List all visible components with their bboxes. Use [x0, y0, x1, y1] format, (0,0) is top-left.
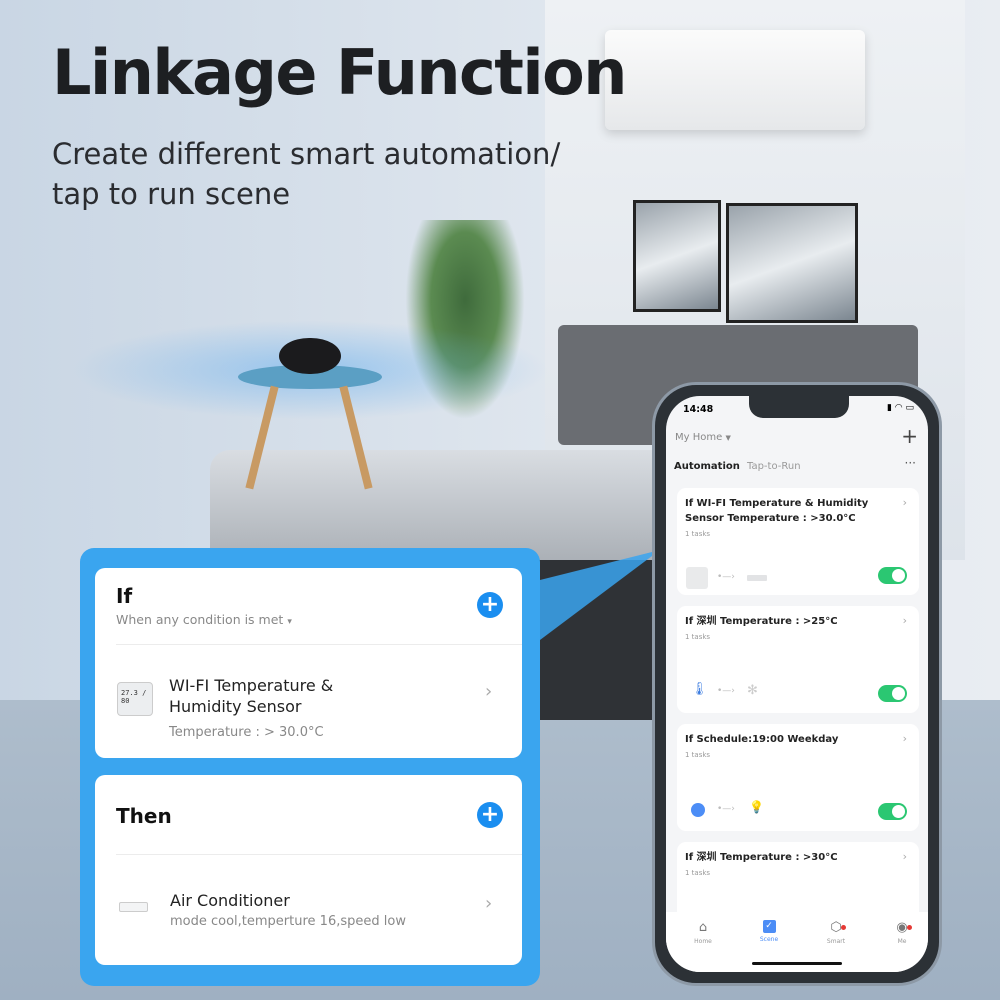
- smart-icon: ⬡: [830, 920, 842, 935]
- caret-down-icon: ▼: [725, 434, 731, 442]
- phone: 14:48 ▮ ◠ ▭ My Home ▼ + Automation Tap-t…: [652, 382, 942, 986]
- chevron-right-icon: ›: [485, 681, 493, 702]
- condition-mode-label: When any condition is met: [116, 612, 284, 627]
- then-title: Then: [116, 804, 172, 828]
- home-indicator: [752, 962, 842, 965]
- add-icon[interactable]: +: [901, 424, 918, 448]
- profile-icon: ◉: [896, 920, 908, 935]
- arrow-icon: •—›: [717, 804, 735, 814]
- if-card: If When any condition is met ▾ + 27.3 / …: [95, 568, 522, 758]
- action-detail: mode cool,temperture 16,speed low: [170, 914, 406, 929]
- arrow-icon: •—›: [717, 686, 735, 696]
- add-action-button[interactable]: +: [477, 802, 503, 828]
- chevron-right-icon: ›: [902, 496, 907, 509]
- nav-scene[interactable]: ✓ Scene: [749, 920, 789, 943]
- thermometer-icon: 🌡: [691, 682, 708, 697]
- automation-card[interactable]: If 深圳 Temperature : >25°C 1 tasks › 🌡 •—…: [677, 606, 919, 713]
- scene-icon: ✓: [762, 920, 776, 933]
- arrow-icon: •—›: [717, 572, 735, 582]
- bottom-nav: ⌂ Home ✓ Scene ⬡ Smart ◉ Me: [666, 912, 928, 972]
- automation-toggle[interactable]: [878, 567, 907, 584]
- automation-tasks: 1 tasks: [685, 751, 711, 759]
- automation-title: If WI-FI Temperature & Humidity Sensor T…: [685, 498, 869, 524]
- air-conditioner-icon: [747, 575, 767, 581]
- automation-title: If 深圳 Temperature : >30°C: [685, 852, 838, 863]
- air-conditioner-icon: [119, 902, 148, 912]
- status-time: 14:48: [683, 404, 714, 415]
- condition-row[interactable]: 27.3 / 80 WI-FI Temperature & Humidity S…: [95, 645, 522, 758]
- chevron-right-icon: ›: [485, 893, 493, 914]
- nav-smart[interactable]: ⬡ Smart: [816, 920, 856, 945]
- subheadline: Create different smart automation/ tap t…: [52, 137, 561, 211]
- chevron-right-icon: ›: [902, 850, 907, 863]
- badge-dot: [841, 925, 846, 930]
- wall-art: [726, 203, 858, 323]
- action-row[interactable]: Air Conditioner mode cool,temperture 16,…: [95, 855, 522, 965]
- nav-home[interactable]: ⌂ Home: [683, 920, 723, 945]
- condition-detail: Temperature : > 30.0°C: [169, 725, 324, 740]
- automation-tasks: 1 tasks: [685, 530, 711, 538]
- clock-icon: [691, 803, 705, 817]
- sensor-icon: 27.3 / 80: [117, 682, 153, 716]
- phone-screen: 14:48 ▮ ◠ ▭ My Home ▼ + Automation Tap-t…: [666, 396, 928, 972]
- automation-title: If 深圳 Temperature : >25°C: [685, 616, 838, 627]
- bulb-icon: 💡: [749, 800, 764, 814]
- add-condition-button[interactable]: +: [477, 592, 503, 618]
- badge-dot: [907, 925, 912, 930]
- if-title: If: [116, 584, 133, 608]
- more-icon[interactable]: ···: [905, 456, 916, 470]
- action-device-name: Air Conditioner: [170, 891, 290, 910]
- tab-tap-to-run[interactable]: Tap-to-Run: [747, 461, 801, 472]
- sensor-icon: [686, 567, 708, 589]
- automation-card[interactable]: If Schedule:19:00 Weekday 1 tasks › •—› …: [677, 724, 919, 831]
- automation-tasks: 1 tasks: [685, 633, 711, 641]
- notch: [749, 396, 849, 418]
- chevron-right-icon: ›: [902, 732, 907, 745]
- automation-toggle[interactable]: [878, 803, 907, 820]
- tab-automation[interactable]: Automation: [674, 461, 740, 472]
- automation-card[interactable]: If WI-FI Temperature & Humidity Sensor T…: [677, 488, 919, 595]
- then-card: Then + Air Conditioner mode cool,tempert…: [95, 775, 522, 965]
- nav-me[interactable]: ◉ Me: [882, 920, 922, 945]
- headline: Linkage Function: [52, 36, 627, 109]
- automation-title: If Schedule:19:00 Weekday: [685, 734, 839, 745]
- automation-toggle[interactable]: [878, 685, 907, 702]
- chevron-down-icon: ▾: [287, 617, 292, 627]
- wall-art: [633, 200, 721, 312]
- home-icon: ⌂: [698, 920, 708, 935]
- ir-hub-device: [279, 338, 341, 374]
- condition-device-name: WI-FI Temperature & Humidity Sensor: [169, 676, 334, 716]
- automation-tasks: 1 tasks: [685, 869, 711, 877]
- condition-mode-dropdown[interactable]: When any condition is met ▾: [116, 612, 292, 627]
- home-selector[interactable]: My Home ▼: [675, 432, 731, 443]
- status-icons: ▮ ◠ ▭: [886, 403, 914, 413]
- fan-icon: ✻: [747, 683, 758, 698]
- chevron-right-icon: ›: [902, 614, 907, 627]
- wall-air-conditioner: [605, 30, 865, 130]
